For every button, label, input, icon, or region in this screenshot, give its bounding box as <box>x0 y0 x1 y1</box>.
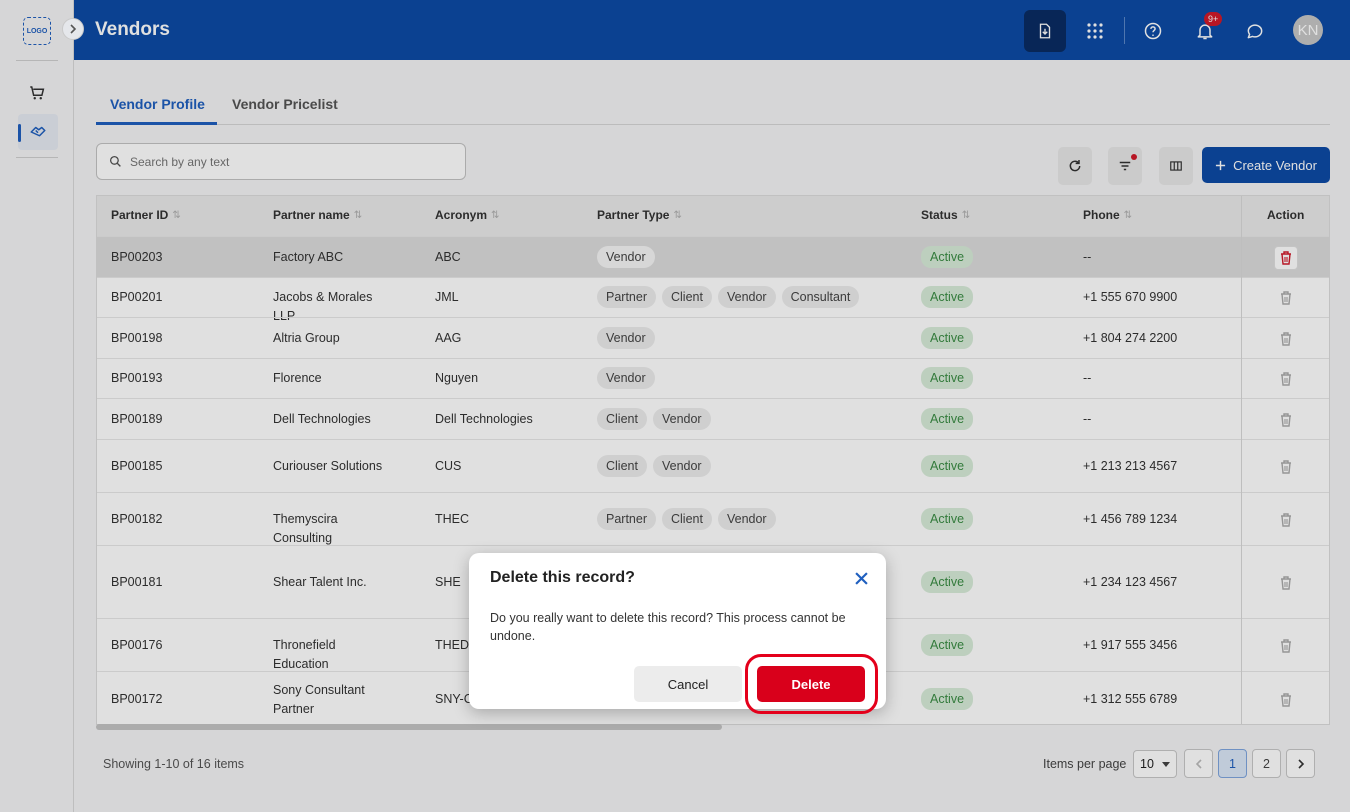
delete-confirmation-dialog: Delete this record? Do you really want t… <box>469 553 886 714</box>
cancel-button[interactable]: Cancel <box>634 666 742 702</box>
dialog-title: Delete this record? <box>490 569 635 586</box>
sidebar-expand-button[interactable] <box>62 18 84 40</box>
chevron-right-icon <box>70 24 77 34</box>
close-icon[interactable] <box>852 569 870 587</box>
dialog-message: Do you really want to delete this record… <box>490 611 846 643</box>
delete-button[interactable]: Delete <box>757 666 865 702</box>
